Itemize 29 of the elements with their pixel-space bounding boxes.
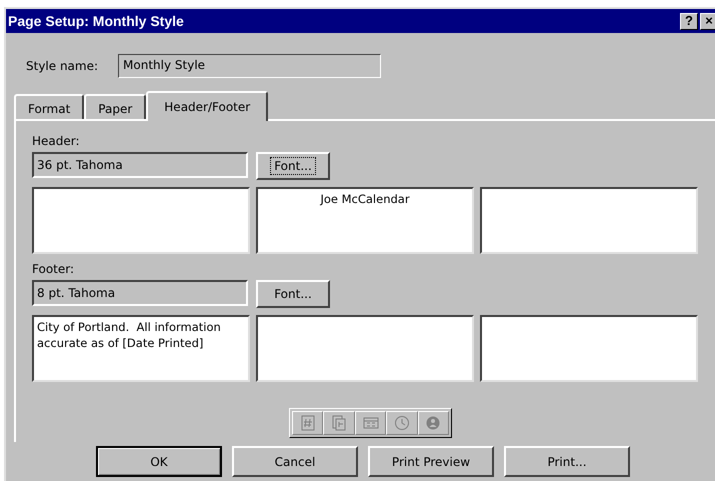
text-box[interactable]: Joe McCalendar: [256, 187, 474, 254]
section-label: Header:: [32, 134, 81, 150]
print-button[interactable]: Print...: [504, 446, 630, 477]
text-box[interactable]: [480, 315, 698, 382]
ok-button[interactable]: OK: [96, 446, 222, 477]
tab[interactable]: Header/Footer: [146, 91, 268, 121]
text-box[interactable]: [480, 187, 698, 254]
help-button[interactable]: ?: [680, 12, 698, 30]
style-name-label: Style name:: [26, 59, 98, 73]
text-box[interactable]: City of Portland. All information accurate as of [Date Printed]: [32, 315, 250, 382]
user-button[interactable]: [418, 411, 450, 435]
tab[interactable]: Format: [14, 94, 84, 119]
date-button[interactable]: [354, 411, 386, 435]
font-field: 8 pt. Tahoma: [32, 280, 248, 306]
tab[interactable]: Paper: [84, 94, 146, 119]
close-button[interactable]: ×: [700, 12, 715, 30]
print-preview-button[interactable]: Print Preview: [368, 446, 494, 477]
font-button[interactable]: Font...: [256, 152, 330, 180]
font-button[interactable]: Font...: [256, 280, 330, 308]
page-count-button[interactable]: [323, 411, 355, 435]
page-number-button[interactable]: [292, 411, 324, 435]
clock-button[interactable]: [386, 411, 418, 435]
cancel-button[interactable]: Cancel: [232, 446, 358, 477]
text-box[interactable]: [32, 187, 250, 254]
font-field: 36 pt. Tahoma: [32, 152, 248, 178]
section-label: Footer:: [32, 262, 76, 278]
text-box[interactable]: [256, 315, 474, 382]
window-title: Page Setup: Monthly Style: [8, 13, 184, 29]
style-name-field[interactable]: Monthly Style: [118, 54, 382, 78]
